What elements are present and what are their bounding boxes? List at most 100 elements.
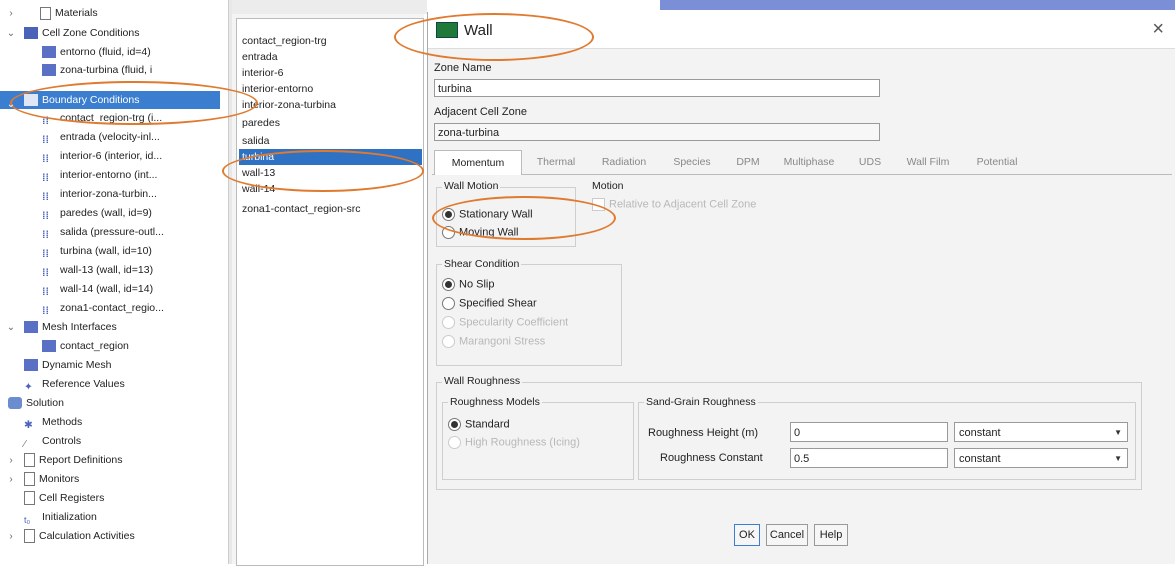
cancel-button[interactable]: Cancel	[766, 524, 808, 546]
roughness-height-label: Roughness Height (m)	[648, 427, 759, 439]
tree-item-boundary[interactable]: ⁞⁞ entrada (velocity-inl...	[42, 128, 160, 146]
tab-potential[interactable]: Potential	[966, 150, 1028, 174]
boundary-icon: ⁞⁞	[42, 115, 49, 128]
moving-wall-radio[interactable]: Moving Wall	[442, 226, 519, 239]
tree-item-calculation-activities[interactable]: Calculation Activities	[24, 527, 135, 545]
close-icon[interactable]: ×	[1152, 18, 1164, 41]
no-slip-radio[interactable]: No Slip	[442, 278, 494, 291]
expand-chevron-icon[interactable]: ›	[6, 531, 16, 542]
tree-item-initialization[interactable]: t₀ Initialization	[24, 508, 97, 526]
dynamic-mesh-icon	[24, 359, 38, 372]
tree-item-boundary[interactable]: ⁞⁞ wall-13 (wall, id=13)	[42, 261, 153, 279]
outline-tree: › Materials ⌄ Cell Zone Conditions entor…	[0, 0, 226, 564]
boundary-icon: ⁞⁞	[42, 191, 49, 204]
tree-item-cell-zone-conditions[interactable]: Cell Zone Conditions	[24, 24, 139, 42]
zone-list-item[interactable]: salida	[239, 133, 422, 149]
tree-item-boundary[interactable]: ⁞⁞ interior-entorno (int...	[42, 166, 157, 184]
zone-list-item-selected[interactable]: turbina	[239, 149, 422, 165]
tree-item-reference-values[interactable]: ✦ Reference Values	[24, 375, 125, 393]
boundary-conditions-icon	[24, 94, 38, 107]
tab-radiation[interactable]: Radiation	[592, 150, 656, 174]
expand-chevron-icon[interactable]: ›	[6, 455, 16, 466]
tree-item-boundary[interactable]: ⁞⁞ wall-14 (wall, id=14)	[42, 280, 153, 298]
tab-wall-film[interactable]: Wall Film	[898, 150, 958, 174]
sand-grain-roughness-title: Sand-Grain Roughness	[644, 396, 758, 408]
tab-thermal[interactable]: Thermal	[526, 150, 586, 174]
ok-button[interactable]: OK	[734, 524, 760, 546]
motion-title: Motion	[590, 180, 626, 192]
radio-empty-icon	[442, 316, 455, 329]
standard-roughness-radio[interactable]: Standard	[448, 418, 510, 431]
tree-item-monitors[interactable]: Monitors	[24, 470, 79, 488]
dialog-titlebar[interactable]: Wall ×	[428, 12, 1175, 49]
marangoni-stress-radio[interactable]: Marangoni Stress	[442, 335, 545, 348]
tree-item-cell-zone[interactable]: zona-turbina (fluid, i	[42, 61, 152, 79]
tree-item-boundary[interactable]: ⁞⁞ paredes (wall, id=9)	[42, 204, 152, 222]
zone-list-item[interactable]: zona1-contact_region-src	[239, 201, 422, 217]
boundary-icon: ⁞⁞	[42, 134, 49, 147]
tree-item-boundary[interactable]: ⁞⁞ interior-zona-turbin...	[42, 185, 157, 203]
dropdown-arrow-icon: ▼	[1114, 428, 1122, 437]
tree-item-methods[interactable]: ✱ Methods	[24, 413, 82, 431]
roughness-constant-method-select[interactable]: constant ▼	[954, 448, 1128, 468]
tree-item-mesh-interfaces[interactable]: Mesh Interfaces	[24, 318, 117, 336]
tree-item-dynamic-mesh[interactable]: Dynamic Mesh	[24, 356, 111, 374]
tree-item-boundary[interactable]: ⁞⁞ turbina (wall, id=10)	[42, 242, 152, 260]
roughness-height-method-select[interactable]: constant ▼	[954, 422, 1128, 442]
collapse-chevron-icon[interactable]: ⌄	[6, 99, 16, 110]
initialization-icon: t₀	[24, 515, 31, 526]
collapse-chevron-icon[interactable]: ⌄	[6, 322, 16, 333]
methods-icon: ✱	[24, 419, 33, 432]
specified-shear-radio[interactable]: Specified Shear	[442, 297, 537, 310]
monitors-icon	[24, 472, 35, 487]
roughness-constant-input[interactable]: 0.5	[790, 448, 948, 468]
tree-item-materials[interactable]: Materials	[40, 4, 98, 22]
app-logo-icon	[436, 22, 458, 38]
relative-to-adjacent-checkbox[interactable]: Relative to Adjacent Cell Zone	[592, 198, 756, 211]
zone-list-item[interactable]: wall-14	[239, 181, 422, 197]
tree-item-boundary[interactable]: ⁞⁞ zona1-contact_regio...	[42, 299, 164, 317]
controls-icon: ⁄	[24, 438, 26, 451]
radio-selected-icon	[442, 208, 455, 221]
stationary-wall-radio[interactable]: Stationary Wall	[442, 208, 533, 221]
specularity-coefficient-radio[interactable]: Specularity Coefficient	[442, 316, 568, 329]
zone-list-item[interactable]: interior-entorno	[239, 81, 422, 97]
zone-list-item[interactable]: paredes	[239, 115, 422, 131]
roughness-height-input[interactable]: 0	[790, 422, 948, 442]
tree-item-boundary-conditions[interactable]: Boundary Conditions	[0, 91, 220, 109]
tree-item-boundary[interactable]: ⁞⁞ salida (pressure-outl...	[42, 223, 164, 241]
dropdown-arrow-icon: ▼	[1114, 454, 1122, 463]
collapse-chevron-icon[interactable]: ⌄	[6, 28, 16, 39]
zone-list-item[interactable]: wall-13	[239, 165, 422, 181]
tab-momentum[interactable]: Momentum	[434, 150, 522, 175]
high-roughness-radio[interactable]: High Roughness (Icing)	[448, 436, 580, 449]
tree-item-boundary[interactable]: ⁞⁞ interior-6 (interior, id...	[42, 147, 162, 165]
zone-list-item[interactable]: entrada	[239, 49, 422, 65]
tree-item-report-definitions[interactable]: Report Definitions	[24, 451, 122, 469]
zone-name-field[interactable]: turbina	[434, 79, 880, 97]
tree-item-cell-zone[interactable]: entorno (fluid, id=4)	[42, 43, 151, 61]
help-button[interactable]: Help	[814, 524, 848, 546]
radio-selected-icon	[442, 278, 455, 291]
mesh-interfaces-icon	[24, 321, 38, 334]
zone-list-item[interactable]: interior-zona-turbina	[239, 97, 422, 113]
zone-list-item[interactable]: contact_region-trg	[239, 33, 422, 49]
radio-empty-icon	[442, 297, 455, 310]
adjacent-cell-zone-label: Adjacent Cell Zone	[434, 106, 527, 118]
tab-multiphase[interactable]: Multiphase	[776, 150, 842, 174]
tree-item-controls[interactable]: ⁄ Controls	[24, 432, 81, 450]
expand-chevron-icon[interactable]: ›	[6, 8, 16, 19]
zone-list-item[interactable]: interior-6	[239, 65, 422, 81]
tree-item-solution[interactable]: Solution	[8, 394, 64, 412]
expand-chevron-icon[interactable]: ›	[6, 474, 16, 485]
tree-item-boundary[interactable]: ⁞⁞ contact_region-trg (i...	[42, 109, 162, 127]
tab-dpm[interactable]: DPM	[728, 150, 768, 174]
shear-condition-title: Shear Condition	[442, 258, 522, 270]
reference-values-icon: ✦	[24, 381, 33, 394]
boundary-icon: ⁞⁞	[42, 229, 49, 242]
tree-item-contact-region[interactable]: contact_region	[42, 337, 129, 355]
tab-uds[interactable]: UDS	[850, 150, 890, 174]
zone-list[interactable]: contact_region-trg entrada interior-6 in…	[236, 18, 424, 566]
tree-item-cell-registers[interactable]: Cell Registers	[24, 489, 104, 507]
tab-species[interactable]: Species	[664, 150, 720, 174]
